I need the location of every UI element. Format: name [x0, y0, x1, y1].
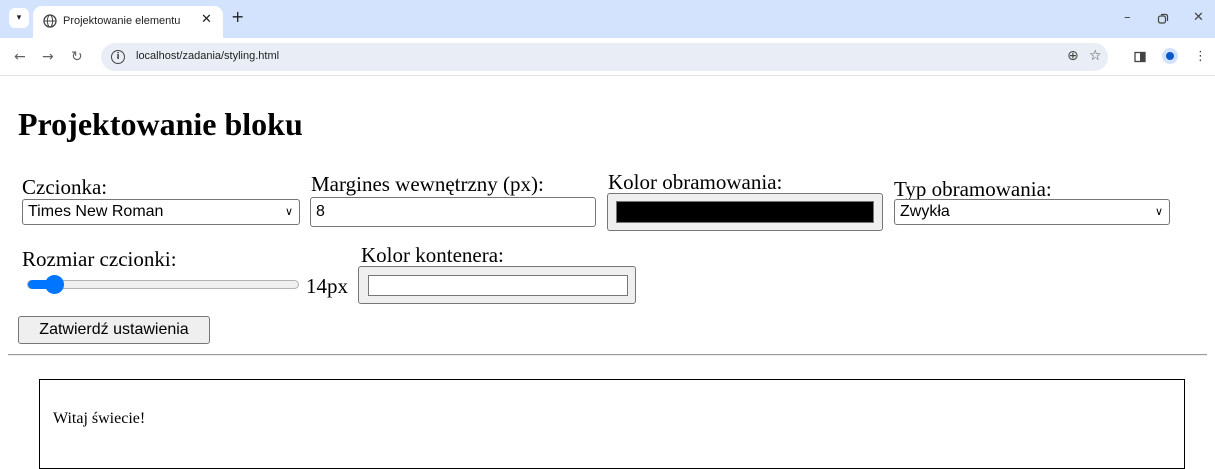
chevron-down-icon: ∨ [284, 205, 293, 218]
divider [8, 354, 1207, 356]
profile-icon[interactable] [1162, 48, 1178, 64]
font-select-value: Times New Roman [28, 203, 164, 220]
padding-input[interactable]: 8 [310, 197, 596, 227]
url-text[interactable]: localhost/zadania/styling.html [136, 50, 279, 62]
browser-tab[interactable]: Projektowanie elementu ✕ [33, 6, 223, 38]
zoom-icon[interactable]: ⊕ [1067, 48, 1079, 64]
close-icon[interactable]: ✕ [1193, 10, 1204, 25]
font-label: Czcionka: [22, 175, 108, 199]
back-arrow-icon[interactable]: ← [14, 49, 26, 65]
container-color-label: Kolor kontenera: [361, 243, 504, 267]
font-size-label: Rozmiar czcionki: [22, 247, 177, 271]
page-title: Projektowanie bloku [18, 106, 303, 142]
border-type-value: Zwykła [900, 203, 950, 220]
font-size-slider[interactable] [27, 280, 299, 289]
avatar [1166, 52, 1174, 60]
close-icon[interactable]: ✕ [201, 12, 212, 27]
container-color-picker[interactable] [358, 266, 636, 304]
border-color-picker[interactable] [607, 193, 883, 231]
border-color-swatch [616, 201, 874, 223]
submit-settings-button[interactable]: Zatwierdź ustawienia [18, 316, 210, 344]
slider-thumb[interactable] [45, 275, 65, 294]
address-bar[interactable]: i localhost/zadania/styling.html ⊕ ☆ [101, 43, 1108, 71]
browser-toolbar: ← → ↻ i localhost/zadania/styling.html ⊕… [0, 38, 1215, 76]
reload-icon[interactable]: ↻ [71, 49, 83, 65]
star-icon[interactable]: ☆ [1089, 48, 1102, 64]
restore-icon[interactable] [1157, 13, 1169, 25]
border-type-select[interactable]: Zwykła ∨ [894, 199, 1170, 225]
container-color-swatch [368, 275, 628, 296]
padding-input-value: 8 [316, 203, 325, 220]
padding-label: Margines wewnętrzny (px): [311, 172, 544, 196]
globe-icon [43, 14, 57, 28]
plus-icon[interactable]: + [231, 9, 244, 25]
border-color-label: Kolor obramowania: [608, 170, 783, 194]
browser-tab-bar: ▾ Projektowanie elementu ✕ + – ✕ [0, 0, 1215, 38]
preview-text: Witaj świecie! [53, 410, 146, 427]
kebab-menu-icon[interactable]: ⋮ [1194, 49, 1207, 64]
preview-container: Witaj świecie! [39, 379, 1185, 469]
forward-arrow-icon[interactable]: → [42, 49, 54, 65]
info-icon[interactable]: i [111, 50, 125, 64]
font-select[interactable]: Times New Roman ∨ [22, 199, 300, 225]
tab-title: Projektowanie elementu [63, 15, 181, 27]
chevron-down-icon: ∨ [1154, 205, 1163, 218]
chevron-down-icon[interactable]: ▾ [9, 8, 29, 28]
minimize-icon[interactable]: – [1124, 10, 1131, 25]
side-panel-icon[interactable] [1134, 51, 1146, 63]
font-size-value: 14px [306, 274, 348, 298]
